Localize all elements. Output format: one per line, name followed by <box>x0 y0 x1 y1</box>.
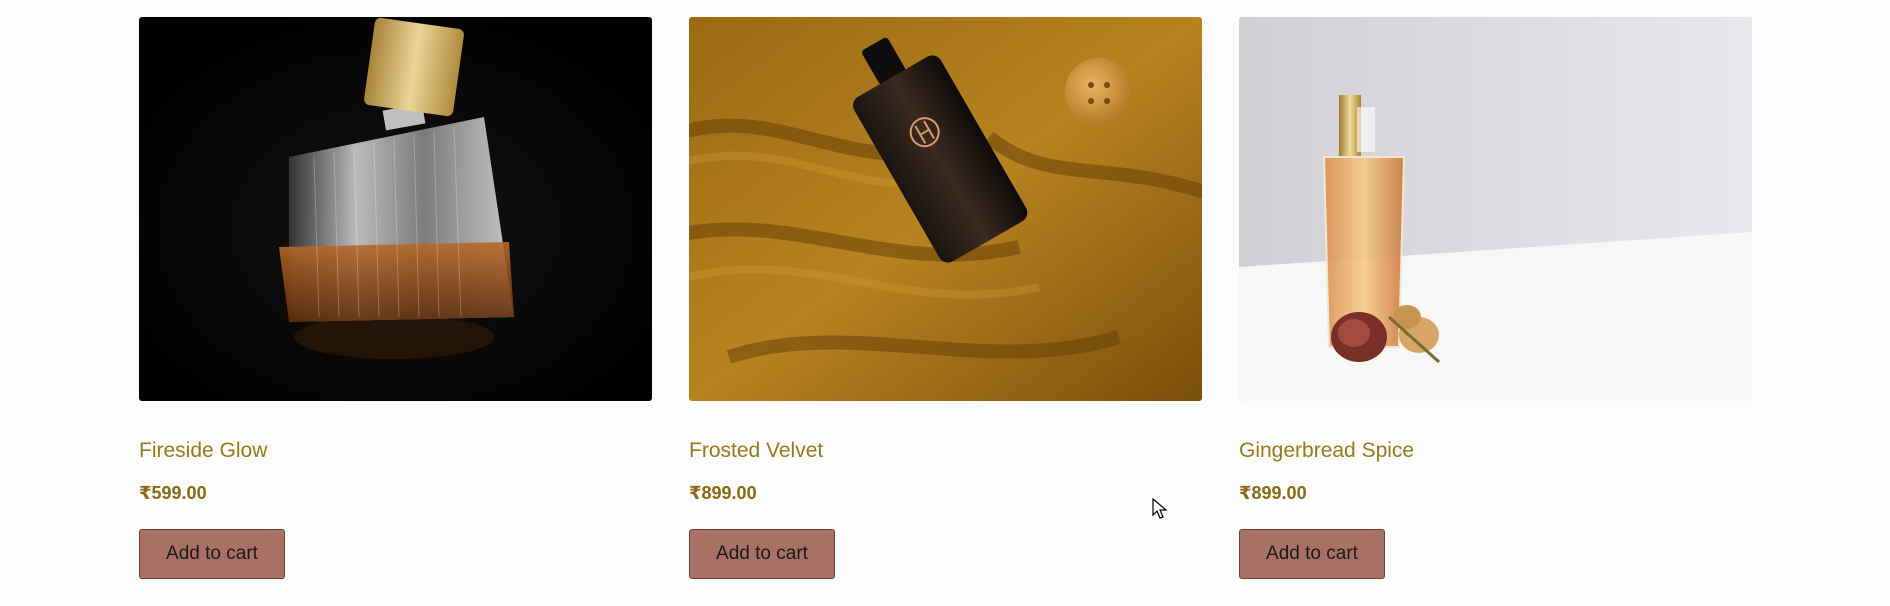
perfume-bottle-image <box>139 17 652 401</box>
add-to-cart-button[interactable]: Add to cart <box>689 529 835 579</box>
product-card: Gingerbread Spice ₹899.00 Add to cart <box>1239 17 1752 579</box>
perfume-bottle-image <box>689 17 1202 401</box>
product-image-gingerbread-spice[interactable] <box>1239 17 1752 401</box>
product-title[interactable]: Fireside Glow <box>139 437 652 465</box>
product-title[interactable]: Gingerbread Spice <box>1239 437 1752 465</box>
add-to-cart-button[interactable]: Add to cart <box>1239 529 1385 579</box>
product-price: ₹599.00 <box>139 483 207 503</box>
perfume-bottle-image <box>1239 17 1752 401</box>
product-image-frosted-velvet[interactable] <box>689 17 1202 401</box>
product-card: Fireside Glow ₹599.00 Add to cart <box>139 17 652 579</box>
product-image-fireside-glow[interactable] <box>139 17 652 401</box>
product-price: ₹899.00 <box>1239 483 1307 503</box>
product-title[interactable]: Frosted Velvet <box>689 437 1202 465</box>
mouse-cursor-icon <box>1152 498 1168 519</box>
product-card: Frosted Velvet ₹899.00 Add to cart <box>689 17 1202 579</box>
product-grid: Fireside Glow ₹599.00 Add to cart Froste… <box>0 0 1890 606</box>
add-to-cart-button[interactable]: Add to cart <box>139 529 285 579</box>
product-price: ₹899.00 <box>689 483 757 503</box>
